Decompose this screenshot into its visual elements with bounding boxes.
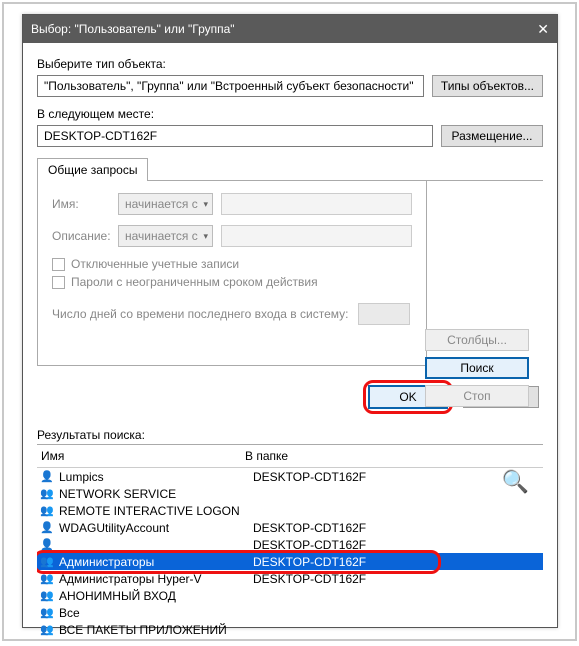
days-since-logon-select[interactable] — [358, 303, 410, 325]
name-match-select[interactable]: начинается с ▾ — [118, 193, 213, 215]
group-icon: 👥 — [39, 589, 55, 603]
name-input[interactable] — [221, 193, 412, 215]
non-expiring-password-checkbox[interactable]: Пароли с неограниченным сроком действия — [52, 275, 412, 289]
list-item[interactable]: 👥 REMOTE INTERACTIVE LOGON — [37, 502, 543, 519]
result-name: Администраторы — [59, 555, 249, 569]
list-item[interactable]: 👥 АНОНИМНЫЙ ВХОД — [37, 587, 543, 604]
user-icon: 👤 — [39, 538, 55, 552]
name-label: Имя: — [52, 197, 110, 211]
group-icon: 👥 — [39, 555, 55, 569]
results-list[interactable]: 👤LumpicsDESKTOP-CDT162F👥NETWORK SERVICE👥… — [37, 468, 543, 638]
locations-button[interactable]: Размещение... — [441, 125, 543, 147]
object-types-button[interactable]: Типы объектов... — [432, 75, 543, 97]
description-input[interactable] — [221, 225, 412, 247]
list-item[interactable]: 👤 WDAGUtilityAccount DESKTOP-CDT162F — [37, 519, 543, 536]
group-icon: 👥 — [39, 623, 55, 637]
group-icon: 👥 — [39, 572, 55, 586]
object-type-label: Выберите тип объекта: — [37, 57, 543, 71]
common-queries-panel: Имя: начинается с ▾ Описание: начинается… — [37, 181, 427, 366]
description-label: Описание: — [52, 229, 110, 243]
window-title: Выбор: "Пользователь" или "Группа" — [31, 22, 235, 36]
checkbox-icon — [52, 276, 65, 289]
days-since-logon-label: Число дней со времени последнего входа в… — [52, 307, 348, 321]
chevron-down-icon: ▾ — [203, 231, 208, 242]
checkbox-icon — [52, 258, 65, 271]
find-now-button[interactable]: Поиск — [425, 357, 529, 379]
result-folder: DESKTOP-CDT162F — [253, 521, 541, 535]
list-item[interactable]: 👥 ВСЕ ПАКЕТЫ ПРИЛОЖЕНИЙ — [37, 621, 543, 638]
result-name: NETWORK SERVICE — [59, 487, 249, 501]
stop-button[interactable]: Стоп — [425, 385, 529, 407]
object-type-field: "Пользователь", "Группа" или "Встроенный… — [37, 75, 424, 97]
result-folder: DESKTOP-CDT162F — [253, 572, 541, 586]
result-name: Администраторы Hyper-V — [59, 572, 249, 586]
result-folder: DESKTOP-CDT162F — [253, 555, 541, 569]
list-item[interactable]: 👤 Lumpics DESKTOP-CDT162F — [37, 468, 543, 485]
disabled-accounts-checkbox[interactable]: Отключенные учетные записи — [52, 257, 412, 271]
user-icon: 👤 — [39, 470, 55, 484]
location-label: В следующем месте: — [37, 107, 543, 121]
result-folder: DESKTOP-CDT162F — [253, 470, 541, 484]
columns-button[interactable]: Столбцы... — [425, 329, 529, 351]
tab-common-queries[interactable]: Общие запросы — [37, 158, 148, 181]
list-item[interactable]: 👥 Администраторы Hyper-V DESKTOP-CDT162F — [37, 570, 543, 587]
titlebar[interactable]: Выбор: "Пользователь" или "Группа" ✕ — [23, 15, 557, 43]
list-item[interactable]: 👥 NETWORK SERVICE — [37, 485, 543, 502]
result-name: Lumpics — [59, 470, 249, 484]
list-item[interactable]: 👥 Администраторы DESKTOP-CDT162F — [37, 553, 543, 570]
group-icon: 👥 — [39, 487, 55, 501]
column-header-name[interactable]: Имя — [41, 449, 241, 463]
description-match-select[interactable]: начинается с ▾ — [118, 225, 213, 247]
chevron-down-icon: ▾ — [203, 199, 208, 210]
list-item[interactable]: 👥 Все — [37, 604, 543, 621]
group-icon: 👥 — [39, 606, 55, 620]
dialog-select-user-or-group: Выбор: "Пользователь" или "Группа" ✕ Выб… — [22, 14, 558, 628]
user-icon: 👤 — [39, 521, 55, 535]
list-item[interactable]: 👤 DESKTOP-CDT162F — [37, 536, 543, 553]
result-name: WDAGUtilityAccount — [59, 521, 249, 535]
result-folder: DESKTOP-CDT162F — [253, 538, 541, 552]
group-icon: 👥 — [39, 504, 55, 518]
result-name: REMOTE INTERACTIVE LOGON — [59, 504, 249, 518]
close-icon[interactable]: ✕ — [513, 21, 549, 38]
location-field: DESKTOP-CDT162F — [37, 125, 433, 147]
result-name: ВСЕ ПАКЕТЫ ПРИЛОЖЕНИЙ — [59, 623, 249, 637]
result-name: АНОНИМНЫЙ ВХОД — [59, 589, 249, 603]
result-name: Все — [59, 606, 249, 620]
